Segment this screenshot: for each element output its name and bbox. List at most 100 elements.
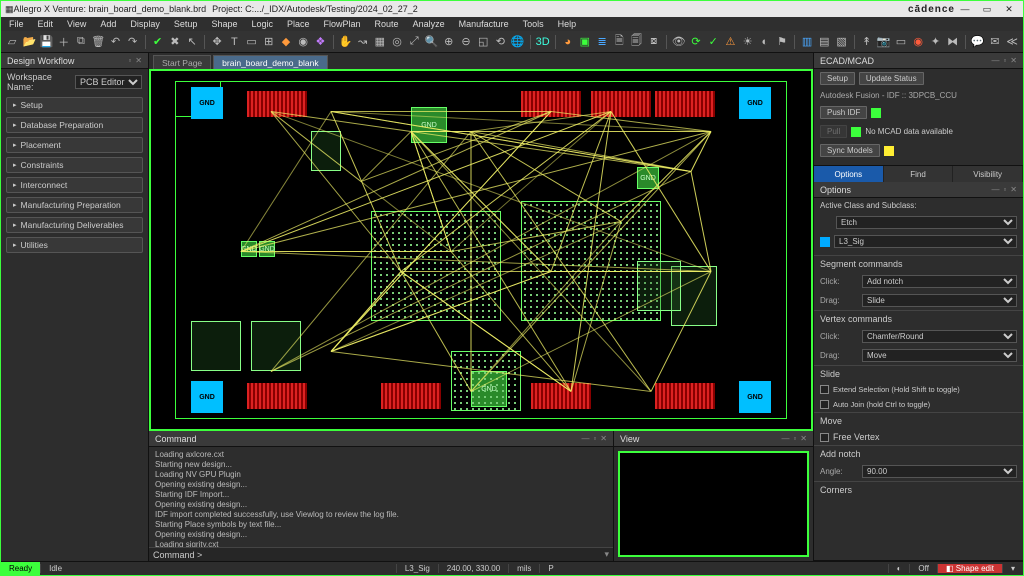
- frame-icon[interactable]: ▭: [894, 33, 908, 51]
- tab-visibility[interactable]: Visibility: [953, 166, 1023, 182]
- color-icon[interactable]: ◕: [561, 33, 575, 51]
- msg-icon[interactable]: ✉: [988, 33, 1002, 51]
- zoom-world-icon[interactable]: 🌐: [511, 33, 525, 51]
- wf-interconnect[interactable]: Interconnect: [6, 177, 143, 193]
- panel-min-icon[interactable]: —: [991, 185, 999, 194]
- global-icon[interactable]: ⊞: [262, 33, 276, 51]
- panel-close-icon[interactable]: ✕: [1010, 56, 1017, 65]
- copy-icon[interactable]: ⧉: [74, 33, 88, 51]
- panel-float-icon[interactable]: ▫: [593, 434, 596, 443]
- open-icon[interactable]: 📂: [22, 33, 36, 51]
- world-view-canvas[interactable]: [618, 451, 809, 557]
- menu-view[interactable]: View: [67, 19, 86, 29]
- menu-logic[interactable]: Logic: [251, 19, 273, 29]
- layer-icon[interactable]: ❖: [313, 33, 327, 51]
- wf-constraints[interactable]: Constraints: [6, 157, 143, 173]
- maximize-button[interactable]: ▭: [977, 3, 997, 15]
- close-button[interactable]: ✕: [999, 3, 1019, 15]
- 3d-icon[interactable]: 3D: [536, 33, 550, 51]
- zoom-sel-icon[interactable]: ◱: [476, 33, 490, 51]
- ecad-update-button[interactable]: Update Status: [859, 72, 924, 85]
- panel-min-icon[interactable]: —: [991, 56, 999, 65]
- wf-mfg-deliverables[interactable]: Manufacturing Deliverables: [6, 217, 143, 233]
- rect-icon[interactable]: ▭: [244, 33, 258, 51]
- ui3-icon[interactable]: ▧: [834, 33, 848, 51]
- sheets-icon[interactable]: 🗐: [629, 33, 643, 51]
- select-icon[interactable]: ↖: [185, 33, 199, 51]
- shape-icon[interactable]: ◆: [279, 33, 293, 51]
- zoom-in-icon[interactable]: 🔍: [424, 33, 438, 51]
- chevron-down-icon[interactable]: ▾: [604, 549, 609, 560]
- check-icon[interactable]: ✓: [706, 33, 720, 51]
- trash-icon[interactable]: 🗑: [91, 33, 105, 51]
- ui1-icon[interactable]: ▥: [800, 33, 814, 51]
- tab-options[interactable]: Options: [814, 166, 884, 182]
- save-icon[interactable]: 💾: [39, 33, 53, 51]
- eye-icon[interactable]: 👁: [672, 33, 686, 51]
- wf-setup[interactable]: Setup: [6, 97, 143, 113]
- cancel-icon[interactable]: ✖: [168, 33, 182, 51]
- menu-place[interactable]: Place: [287, 19, 310, 29]
- pcb-canvas[interactable]: GND GND GND GND GND GND GND GND GND: [149, 69, 813, 431]
- zoom-fit-icon[interactable]: ⤢: [407, 33, 421, 51]
- panel-float-icon[interactable]: ▫: [128, 56, 131, 65]
- status-off[interactable]: Off: [909, 564, 937, 573]
- cloud1-icon[interactable]: ↟: [859, 33, 873, 51]
- panel-close-icon[interactable]: ✕: [600, 434, 607, 443]
- vert-click-select[interactable]: Chamfer/Round: [862, 330, 1017, 343]
- status-unit[interactable]: mils: [508, 564, 539, 573]
- seg-drag-select[interactable]: Slide: [862, 294, 1017, 307]
- ecad-setup-button[interactable]: Setup: [820, 72, 855, 85]
- menu-edit[interactable]: Edit: [38, 19, 54, 29]
- menu-flowplan[interactable]: FlowPlan: [324, 19, 361, 29]
- status-layer[interactable]: L3_Sig: [396, 564, 438, 573]
- vert-drag-select[interactable]: Move: [862, 349, 1017, 362]
- xsec-icon[interactable]: ⧇: [647, 33, 661, 51]
- menu-help[interactable]: Help: [558, 19, 577, 29]
- drc-icon[interactable]: ▣: [578, 33, 592, 51]
- cam-icon[interactable]: 📷: [877, 33, 891, 51]
- redo-icon[interactable]: ↷: [126, 33, 140, 51]
- menu-manufacture[interactable]: Manufacture: [459, 19, 509, 29]
- menu-display[interactable]: Display: [130, 19, 160, 29]
- wf-utilities[interactable]: Utilities: [6, 237, 143, 253]
- extend-checkbox[interactable]: [820, 385, 829, 394]
- refresh-icon[interactable]: ⟳: [689, 33, 703, 51]
- push-idf-button[interactable]: Push IDF: [820, 106, 867, 119]
- menu-tools[interactable]: Tools: [523, 19, 544, 29]
- text-icon[interactable]: T: [227, 33, 241, 51]
- spark-icon[interactable]: ✦: [928, 33, 942, 51]
- wf-mfg-prep[interactable]: Manufacturing Preparation: [6, 197, 143, 213]
- class-select[interactable]: Etch: [836, 216, 1017, 229]
- panel-float-icon[interactable]: ▫: [1003, 185, 1006, 194]
- hand-icon[interactable]: ✋: [338, 33, 352, 51]
- warn-icon[interactable]: ⚠: [723, 33, 737, 51]
- command-input[interactable]: [202, 550, 604, 560]
- menu-route[interactable]: Route: [375, 19, 399, 29]
- zoom-in2-icon[interactable]: ⊕: [442, 33, 456, 51]
- pin-icon[interactable]: ◉: [296, 33, 310, 51]
- done-icon[interactable]: ✔: [151, 33, 165, 51]
- menu-shape[interactable]: Shape: [211, 19, 237, 29]
- route-icon[interactable]: ↝: [356, 33, 370, 51]
- zoom-out-icon[interactable]: ⊖: [459, 33, 473, 51]
- autojoin-checkbox[interactable]: [820, 400, 829, 409]
- panel-close-icon[interactable]: ✕: [800, 434, 807, 443]
- alert-icon[interactable]: ◉: [911, 33, 925, 51]
- menu-analyze[interactable]: Analyze: [413, 19, 445, 29]
- via-icon[interactable]: ◎: [390, 33, 404, 51]
- subclass-color-icon[interactable]: [820, 237, 830, 247]
- move-icon[interactable]: ✥: [210, 33, 224, 51]
- share-icon[interactable]: ≪: [1005, 33, 1019, 51]
- panel-close-icon[interactable]: ✕: [135, 56, 142, 65]
- menu-add[interactable]: Add: [100, 19, 116, 29]
- menu-setup[interactable]: Setup: [174, 19, 198, 29]
- minimize-button[interactable]: —: [955, 3, 975, 15]
- menu-file[interactable]: File: [9, 19, 24, 29]
- grid-icon[interactable]: ▦: [373, 33, 387, 51]
- tab-find[interactable]: Find: [884, 166, 954, 182]
- panel-min-icon[interactable]: —: [581, 434, 589, 443]
- tab-start-page[interactable]: Start Page: [153, 55, 211, 69]
- status-shape-edit[interactable]: ◧ Shape edit: [937, 564, 1002, 573]
- undo-icon[interactable]: ↶: [108, 33, 122, 51]
